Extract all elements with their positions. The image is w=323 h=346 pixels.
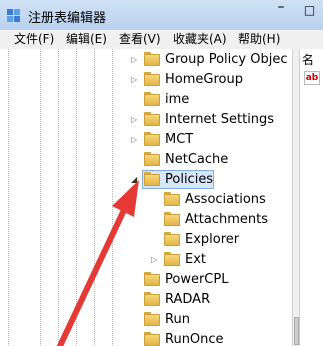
red-arrow-annotation — [57, 180, 139, 346]
